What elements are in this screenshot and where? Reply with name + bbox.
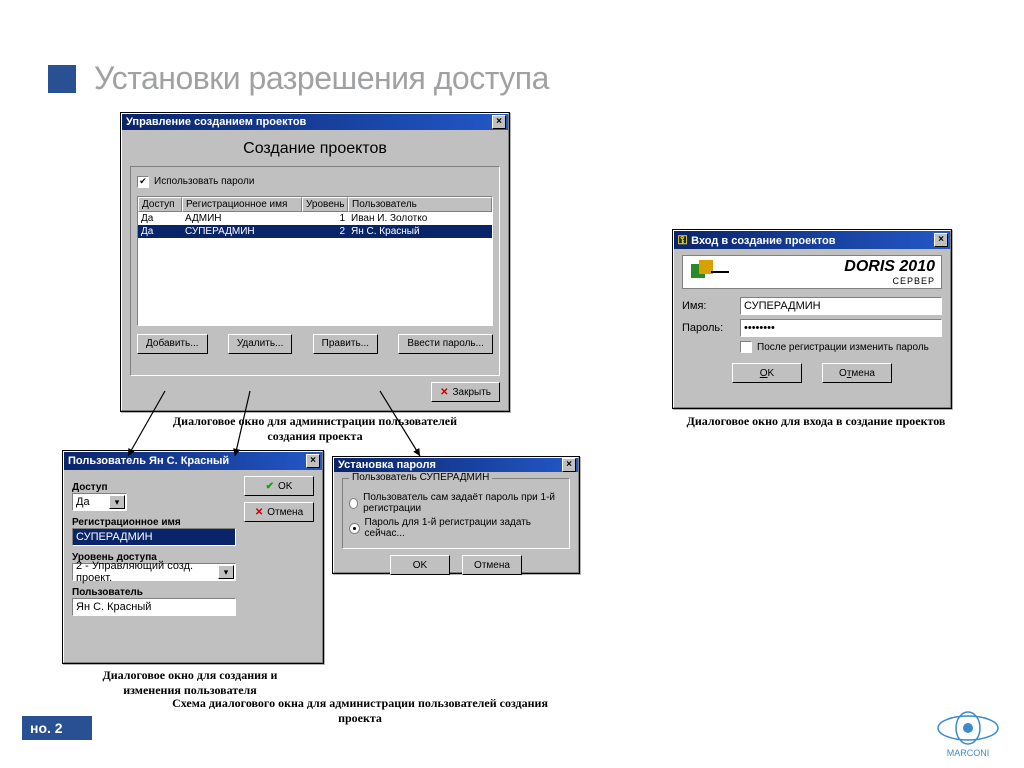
admin-title-text: Управление созданием проектов	[126, 116, 306, 128]
close-icon[interactable]: ×	[306, 454, 320, 468]
user-input[interactable]: Ян С. Красный	[72, 598, 236, 616]
close-icon[interactable]: ×	[934, 233, 948, 247]
access-select[interactable]: Да	[72, 493, 127, 511]
regname-label: Регистрационное имя	[72, 517, 236, 528]
close-icon[interactable]: ×	[562, 458, 576, 472]
level-select[interactable]: 2 - Управляющий созд. проект.	[72, 563, 236, 581]
brand-sub: СЕРВЕР	[737, 276, 935, 286]
ok-button[interactable]: ✔ OK	[244, 476, 314, 496]
title-accent-block	[48, 65, 76, 93]
password-option-now[interactable]: Пароль для 1-й регистрации задать сейчас…	[349, 517, 563, 539]
login-dialog: ⚿ Вход в создание проектов × DORIS 2010 С…	[672, 229, 952, 409]
password-titlebar: Установка пароля ×	[334, 458, 578, 472]
login-caption: Диалоговое окно для входа в создание про…	[666, 414, 966, 429]
login-name-label: Имя:	[682, 300, 732, 312]
login-password-input[interactable]: ••••••••	[740, 319, 942, 337]
password-group-legend: Пользователь СУПЕРАДМИН	[349, 472, 492, 483]
cancel-button[interactable]: Отмена	[462, 555, 522, 575]
cancel-button[interactable]: ✕ Отмена	[244, 502, 314, 522]
brand-name: DORIS 2010	[737, 258, 935, 276]
password-dialog: Установка пароля × Пользователь СУПЕРАДМ…	[332, 456, 580, 574]
access-label: Доступ	[72, 482, 236, 493]
use-passwords-checkbox[interactable]: ✔ Использовать пароли	[137, 176, 254, 188]
user-dialog: Пользователь Ян С. Красный × Доступ Да Р…	[62, 450, 324, 664]
admin-heading: Создание проектов	[130, 140, 500, 158]
close-button[interactable]: ✕ Закрыть	[431, 382, 500, 402]
table-row[interactable]: Да СУПЕРАДМИН 2 Ян С. Красный	[138, 225, 492, 238]
doris-logo-icon	[689, 258, 729, 286]
change-password-checkbox[interactable]: После регистрации изменить пароль	[740, 341, 942, 353]
user-label: Пользователь	[72, 587, 236, 598]
admin-dialog: Управление созданием проектов × Создание…	[120, 112, 510, 412]
enter-password-button[interactable]: Ввести пароль...	[398, 334, 493, 354]
password-title-text: Установка пароля	[338, 459, 436, 471]
slide-number: но. 2	[22, 716, 92, 740]
edit-button[interactable]: Править...	[313, 334, 378, 354]
users-table-header: Доступ Регистрационное имя Уровень Польз…	[138, 197, 492, 212]
table-row[interactable]: Да АДМИН 1 Иван И. Золотко	[138, 212, 492, 225]
login-titlebar: ⚿ Вход в создание проектов ×	[674, 231, 950, 249]
delete-button[interactable]: Удалить...	[228, 334, 293, 354]
user-titlebar: Пользователь Ян С. Красный ×	[64, 452, 322, 470]
close-icon[interactable]: ×	[492, 115, 506, 129]
ok-button[interactable]: OK	[390, 555, 450, 575]
admin-caption: Диалоговое окно для администрации пользо…	[155, 414, 475, 444]
login-name-input[interactable]: СУПЕРАДМИН	[740, 297, 942, 315]
cancel-button[interactable]: Отмена	[822, 363, 892, 383]
use-passwords-label: Использовать пароли	[154, 176, 254, 187]
company-logo: MARCONI	[928, 710, 1008, 758]
close-x-icon: ✕	[255, 507, 263, 518]
ok-button[interactable]: OK	[732, 363, 802, 383]
password-option-self[interactable]: Пользователь сам задаёт пароль при 1-й р…	[349, 492, 563, 514]
regname-input[interactable]: СУПЕРАДМИН	[72, 528, 236, 546]
user-caption: Диалоговое окно для создания и изменения…	[80, 668, 300, 698]
close-x-icon: ✕	[440, 387, 448, 398]
key-icon: ⚿	[678, 233, 687, 247]
slide-header: Установки разрешения доступа	[48, 60, 549, 97]
admin-titlebar: Управление созданием проектов ×	[122, 114, 508, 130]
user-title-text: Пользователь Ян С. Красный	[68, 455, 229, 467]
login-title-text: Вход в создание проектов	[691, 235, 835, 247]
login-password-label: Пароль:	[682, 322, 732, 334]
slide-title: Установки разрешения доступа	[94, 60, 549, 97]
check-icon: ✔	[266, 481, 274, 492]
scheme-caption: Схема диалогового окна для администрации…	[150, 696, 570, 726]
add-button[interactable]: Добавить...	[137, 334, 208, 354]
